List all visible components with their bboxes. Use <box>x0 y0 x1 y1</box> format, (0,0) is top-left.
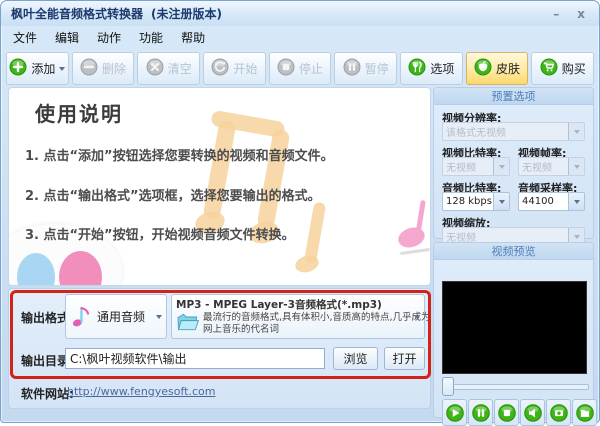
format-dropdown-caret <box>414 315 420 319</box>
preview-volume-button[interactable] <box>520 399 545 426</box>
title-bar[interactable]: 枫叶全能音频格式转换器 (未注册版本) – x <box>1 1 599 26</box>
instruction-step-1: 1. 点击“添加”按钮选择您要转换的视频和音频文件。 <box>25 149 334 164</box>
stop-icon <box>497 403 516 422</box>
volume-icon <box>523 403 542 422</box>
menu-action[interactable]: 动作 <box>97 29 121 46</box>
delete-button[interactable]: 删除 <box>71 52 135 85</box>
registration-status: (未注册版本) <box>151 7 222 21</box>
preview-stop-button[interactable] <box>494 399 519 426</box>
stop-button[interactable]: 停止 <box>268 52 332 85</box>
play-icon <box>445 403 464 422</box>
seek-slider-thumb[interactable] <box>442 377 454 396</box>
menu-file[interactable]: 文件 <box>13 29 37 46</box>
instructions-panel: 使用说明 1. 点击“添加”按钮选择您要转换的视频和音频文件。 2. 点击“输出… <box>8 87 431 286</box>
stop-icon <box>277 58 295 79</box>
preview-open-folder-button[interactable] <box>572 399 597 426</box>
dropdown-arrow-icon <box>493 193 509 210</box>
format-detail-dropdown[interactable]: MP3 - MPEG Layer-3音频格式(*.mp3) 最流行的音频格式,具… <box>171 294 431 339</box>
video-preview-box: 视频预览 <box>433 242 597 426</box>
decor-pink-note <box>395 199 430 260</box>
menu-bar: 文件 编辑 动作 功能 帮助 <box>1 26 599 50</box>
window-title: 枫叶全能音频格式转换器 <box>11 7 144 21</box>
toolbar: 添加 删除 清空 开始 停止 暂停 选项 皮肤 购买 <box>1 50 599 90</box>
add-dropdown-caret <box>59 66 66 71</box>
open-button[interactable]: 打开 <box>384 347 425 370</box>
minimize-button[interactable]: – <box>553 8 559 20</box>
preview-play-button[interactable] <box>442 399 467 426</box>
skin-button[interactable]: 皮肤 <box>465 52 529 85</box>
preview-snapshot-button[interactable] <box>546 399 571 426</box>
options-button[interactable]: 选项 <box>400 52 463 85</box>
camera-icon <box>549 403 568 422</box>
format-description-line2: 网上音乐的代名词 <box>203 323 280 335</box>
app-window: 枫叶全能音频格式转换器 (未注册版本) – x 文件 编辑 动作 功能 帮助 添… <box>0 0 600 426</box>
instructions-heading: 使用说明 <box>35 102 123 126</box>
audio-samplerate-dropdown[interactable]: 44100 <box>518 192 585 211</box>
folder-icon <box>575 403 594 422</box>
options-icon <box>408 58 426 79</box>
dropdown-arrow-icon <box>568 193 584 210</box>
format-title: MP3 - MPEG Layer-3音频格式(*.mp3) <box>176 299 382 311</box>
add-icon <box>9 58 27 79</box>
video-preview-screen <box>442 281 587 374</box>
video-bitrate-dropdown[interactable]: 无视频 <box>442 157 510 176</box>
output-dir-input[interactable] <box>65 348 325 369</box>
pause-button[interactable]: 暂停 <box>334 52 398 85</box>
clear-button[interactable]: 清空 <box>137 52 201 85</box>
start-button[interactable]: 开始 <box>203 52 266 85</box>
menu-function[interactable]: 功能 <box>139 29 163 46</box>
clear-icon <box>146 58 164 79</box>
start-icon <box>211 58 229 79</box>
format-category-dropdown[interactable]: 通用音频 <box>65 294 167 339</box>
pause-icon <box>343 58 361 79</box>
preview-pause-button[interactable] <box>468 399 493 426</box>
music-note-icon <box>70 301 94 333</box>
format-category-value: 通用音频 <box>97 310 146 324</box>
video-preview-header: 视频预览 <box>434 243 593 260</box>
video-framerate-dropdown[interactable]: 无视频 <box>518 157 585 176</box>
video-resolution-dropdown[interactable]: 该格式无视频 <box>442 122 585 141</box>
preview-controls <box>442 399 597 426</box>
category-dropdown-caret <box>156 314 162 319</box>
browse-button[interactable]: 浏览 <box>333 347 378 370</box>
instruction-step-2: 2. 点击“输出格式”选项框，选择您要输出的格式。 <box>25 189 321 204</box>
dropdown-arrow-icon <box>568 158 584 175</box>
close-button[interactable]: x <box>577 8 585 20</box>
dropdown-arrow-icon <box>493 158 509 175</box>
preset-options-header: 预置选项 <box>434 88 593 105</box>
website-link[interactable]: http://www.fengyesoft.com <box>67 385 216 398</box>
preset-options-box: 预置选项 视频分辨率: 该格式无视频 视频比特率: 视频帧率: 无视频 无视频 … <box>433 87 594 246</box>
dropdown-arrow-icon <box>568 123 584 140</box>
audio-bitrate-dropdown[interactable]: 128 kbps <box>442 192 510 211</box>
pause-icon <box>471 403 490 422</box>
instruction-step-3: 3. 点击“开始”按钮，开始视频音频文件转换。 <box>25 228 295 243</box>
menu-help[interactable]: 帮助 <box>181 29 205 46</box>
format-description-line1: 最流行的音频格式,具有体积小,音质高的特点,几乎成为 <box>203 312 431 323</box>
delete-icon <box>80 58 98 79</box>
buy-button[interactable]: 购买 <box>531 52 595 85</box>
apple-icon <box>474 58 492 79</box>
add-button[interactable]: 添加 <box>6 52 69 85</box>
seek-slider-track[interactable] <box>442 384 589 390</box>
folder-format-icon <box>176 312 200 336</box>
menu-edit[interactable]: 编辑 <box>55 29 79 46</box>
cart-icon <box>540 58 558 79</box>
website-label: 软件网站: <box>21 387 74 401</box>
